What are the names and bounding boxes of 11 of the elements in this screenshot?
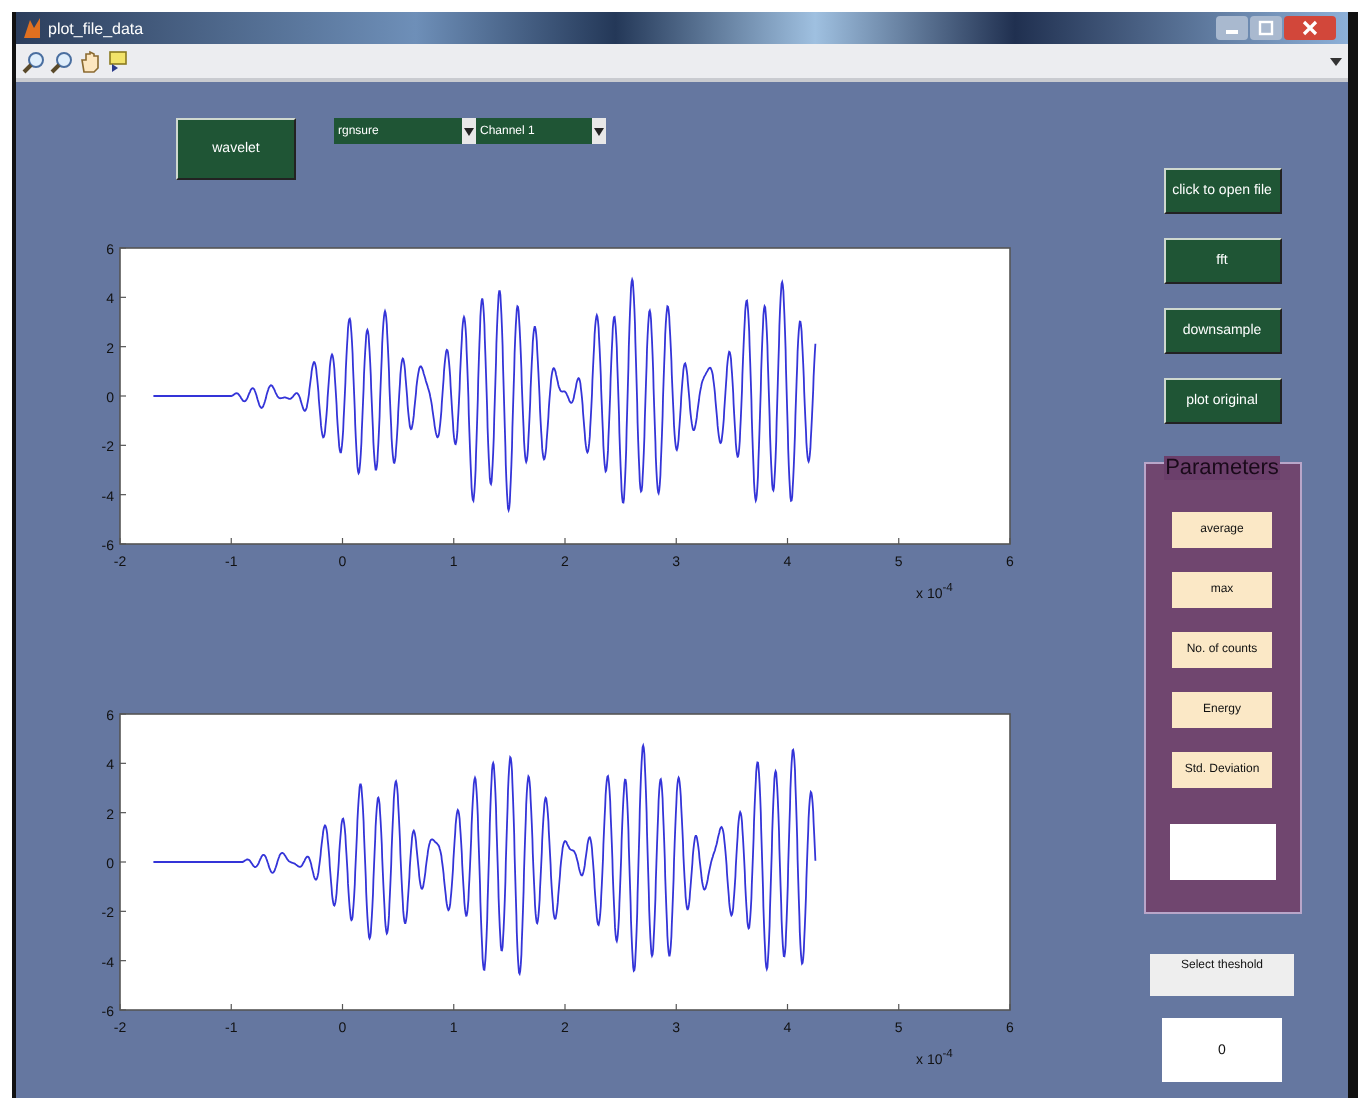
caret-icon[interactable] (1330, 55, 1342, 67)
caret-icon (464, 127, 474, 135)
window-title: plot_file_data (48, 19, 144, 37)
data-cursor-icon[interactable] (106, 49, 130, 73)
caret-icon (594, 127, 604, 135)
hand-icon[interactable] (78, 49, 102, 73)
result-field[interactable] (1169, 824, 1275, 880)
app-icon (22, 16, 42, 40)
panel-title: Parameters (1163, 456, 1281, 480)
close-icon[interactable] (1284, 16, 1336, 40)
minimize-icon[interactable] (1216, 16, 1248, 40)
